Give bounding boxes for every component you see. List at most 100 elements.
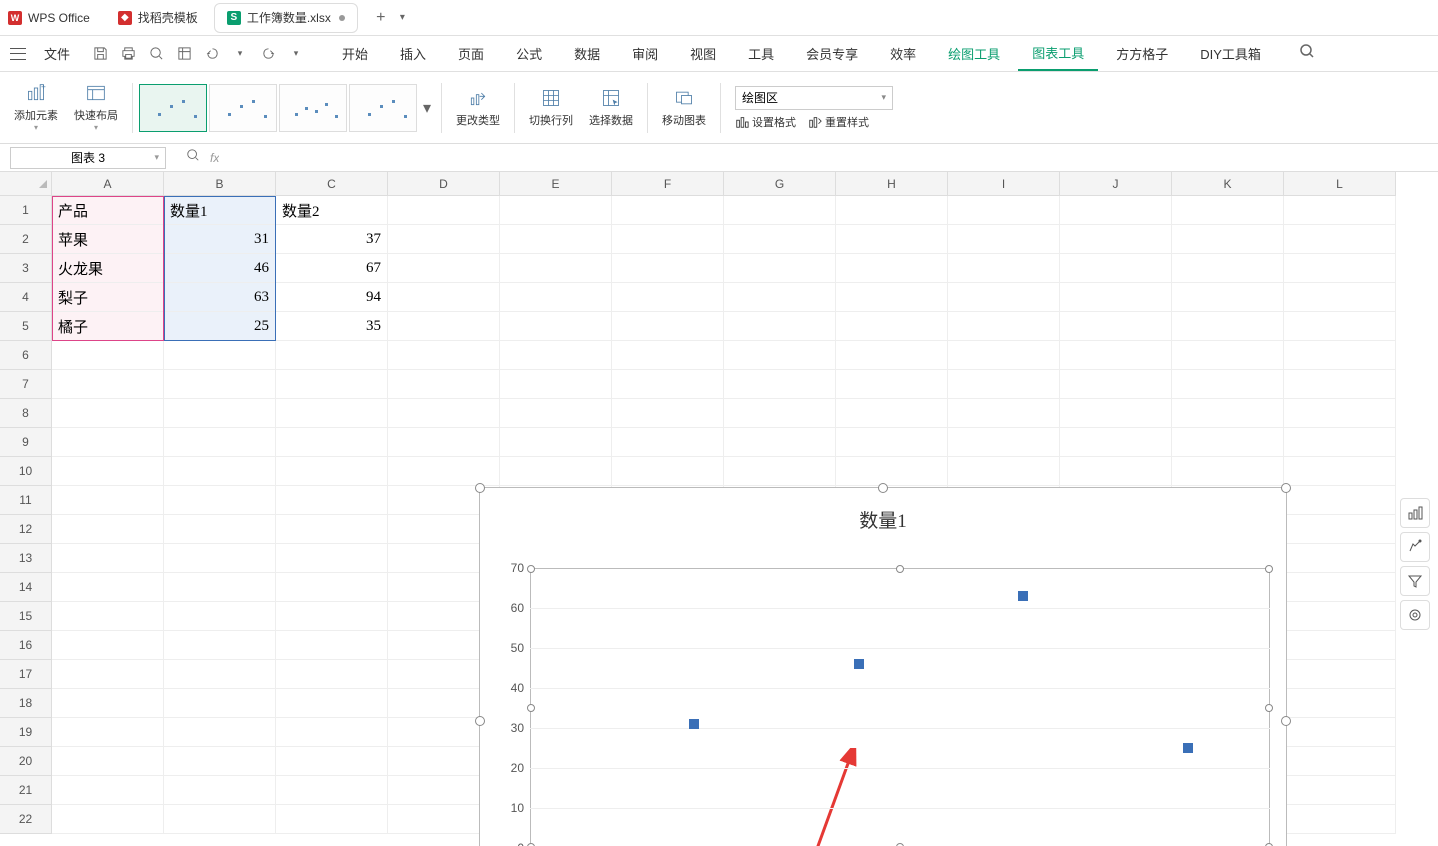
cell-B1[interactable]: 数量1 xyxy=(164,196,276,225)
row-header[interactable]: 13 xyxy=(0,544,52,573)
menu-formula[interactable]: 公式 xyxy=(502,36,556,71)
cancel-icon[interactable] xyxy=(186,148,200,167)
cell[interactable] xyxy=(1172,341,1284,370)
menu-insert[interactable]: 插入 xyxy=(386,36,440,71)
cell[interactable] xyxy=(388,428,500,457)
plot-handle[interactable] xyxy=(1265,565,1273,573)
col-header[interactable]: B xyxy=(164,172,276,196)
cell[interactable] xyxy=(612,196,724,225)
resize-handle[interactable] xyxy=(475,483,485,493)
cell[interactable] xyxy=(164,573,276,602)
row-header[interactable]: 21 xyxy=(0,776,52,805)
cell[interactable] xyxy=(388,254,500,283)
cell[interactable] xyxy=(1284,776,1396,805)
plot-handle[interactable] xyxy=(1265,704,1273,712)
cell-C3[interactable]: 67 xyxy=(276,254,388,283)
cell[interactable] xyxy=(612,283,724,312)
cell[interactable] xyxy=(612,399,724,428)
cell[interactable] xyxy=(1172,457,1284,486)
cell[interactable] xyxy=(724,196,836,225)
col-header[interactable]: A xyxy=(52,172,164,196)
cell[interactable] xyxy=(1060,254,1172,283)
menu-diy[interactable]: DIY工具箱 xyxy=(1186,36,1275,71)
cell-B3[interactable]: 46 xyxy=(164,254,276,283)
set-format-button[interactable]: 设置格式 xyxy=(735,114,796,130)
cell[interactable] xyxy=(612,457,724,486)
cell[interactable] xyxy=(164,399,276,428)
cell[interactable] xyxy=(1284,341,1396,370)
cell[interactable] xyxy=(388,399,500,428)
cell[interactable] xyxy=(612,341,724,370)
row-header[interactable]: 16 xyxy=(0,631,52,660)
cut-icon[interactable] xyxy=(176,46,192,62)
cell[interactable] xyxy=(388,457,500,486)
row-header[interactable]: 17 xyxy=(0,660,52,689)
cell[interactable] xyxy=(1284,457,1396,486)
cell[interactable] xyxy=(500,254,612,283)
cell[interactable] xyxy=(836,283,948,312)
plot-handle[interactable] xyxy=(527,565,535,573)
chart-style-2[interactable] xyxy=(209,84,277,132)
cell[interactable] xyxy=(276,515,388,544)
cell[interactable] xyxy=(164,718,276,747)
row-header[interactable]: 8 xyxy=(0,399,52,428)
cell[interactable] xyxy=(52,660,164,689)
cell[interactable] xyxy=(276,428,388,457)
cell-A2[interactable]: 苹果 xyxy=(52,225,164,254)
cell[interactable] xyxy=(1284,515,1396,544)
cell[interactable] xyxy=(836,196,948,225)
col-header[interactable]: F xyxy=(612,172,724,196)
cell-B5[interactable]: 25 xyxy=(164,312,276,341)
cell[interactable] xyxy=(164,602,276,631)
cell[interactable] xyxy=(948,399,1060,428)
select-data-button[interactable]: 选择数据 xyxy=(581,78,641,138)
cell[interactable] xyxy=(724,370,836,399)
cell[interactable] xyxy=(948,196,1060,225)
row-header[interactable]: 10 xyxy=(0,457,52,486)
preview-icon[interactable] xyxy=(148,46,164,62)
data-marker[interactable] xyxy=(1183,743,1193,753)
cell[interactable] xyxy=(1172,370,1284,399)
cell[interactable] xyxy=(276,457,388,486)
cell[interactable] xyxy=(1172,428,1284,457)
cell[interactable] xyxy=(1284,718,1396,747)
cell[interactable] xyxy=(1060,399,1172,428)
chart-elements-icon[interactable] xyxy=(1400,498,1430,528)
row-header[interactable]: 7 xyxy=(0,370,52,399)
chart-style-icon[interactable] xyxy=(1400,532,1430,562)
print-icon[interactable] xyxy=(120,46,136,62)
chart-object[interactable]: 数量1 数量1 01020304050607000.511.522.533.54… xyxy=(479,487,1287,846)
cell[interactable] xyxy=(1060,457,1172,486)
cell[interactable] xyxy=(52,573,164,602)
cell[interactable] xyxy=(612,428,724,457)
cell[interactable] xyxy=(388,312,500,341)
cell[interactable] xyxy=(276,341,388,370)
save-icon[interactable] xyxy=(92,46,108,62)
cell[interactable] xyxy=(276,631,388,660)
plot-handle[interactable] xyxy=(527,704,535,712)
undo-icon[interactable] xyxy=(204,46,220,62)
cell-C2[interactable]: 37 xyxy=(276,225,388,254)
col-header[interactable]: I xyxy=(948,172,1060,196)
cell[interactable] xyxy=(276,370,388,399)
cell[interactable] xyxy=(1284,747,1396,776)
tab-dropdown[interactable]: ▾ xyxy=(400,12,405,23)
cell[interactable] xyxy=(724,254,836,283)
cell[interactable] xyxy=(948,428,1060,457)
row-header[interactable]: 18 xyxy=(0,689,52,718)
row-header[interactable]: 14 xyxy=(0,573,52,602)
cell[interactable] xyxy=(52,399,164,428)
chart-settings-icon[interactable] xyxy=(1400,600,1430,630)
cell[interactable] xyxy=(1060,341,1172,370)
cell[interactable] xyxy=(164,544,276,573)
add-tab-button[interactable]: + xyxy=(366,9,396,27)
cell-A4[interactable]: 梨子 xyxy=(52,283,164,312)
menu-chart-tools[interactable]: 图表工具 xyxy=(1018,36,1098,71)
cell[interactable] xyxy=(52,486,164,515)
cell[interactable] xyxy=(276,718,388,747)
cell[interactable] xyxy=(836,341,948,370)
cell[interactable] xyxy=(52,776,164,805)
cell[interactable] xyxy=(724,283,836,312)
col-header[interactable]: D xyxy=(388,172,500,196)
data-marker[interactable] xyxy=(854,659,864,669)
